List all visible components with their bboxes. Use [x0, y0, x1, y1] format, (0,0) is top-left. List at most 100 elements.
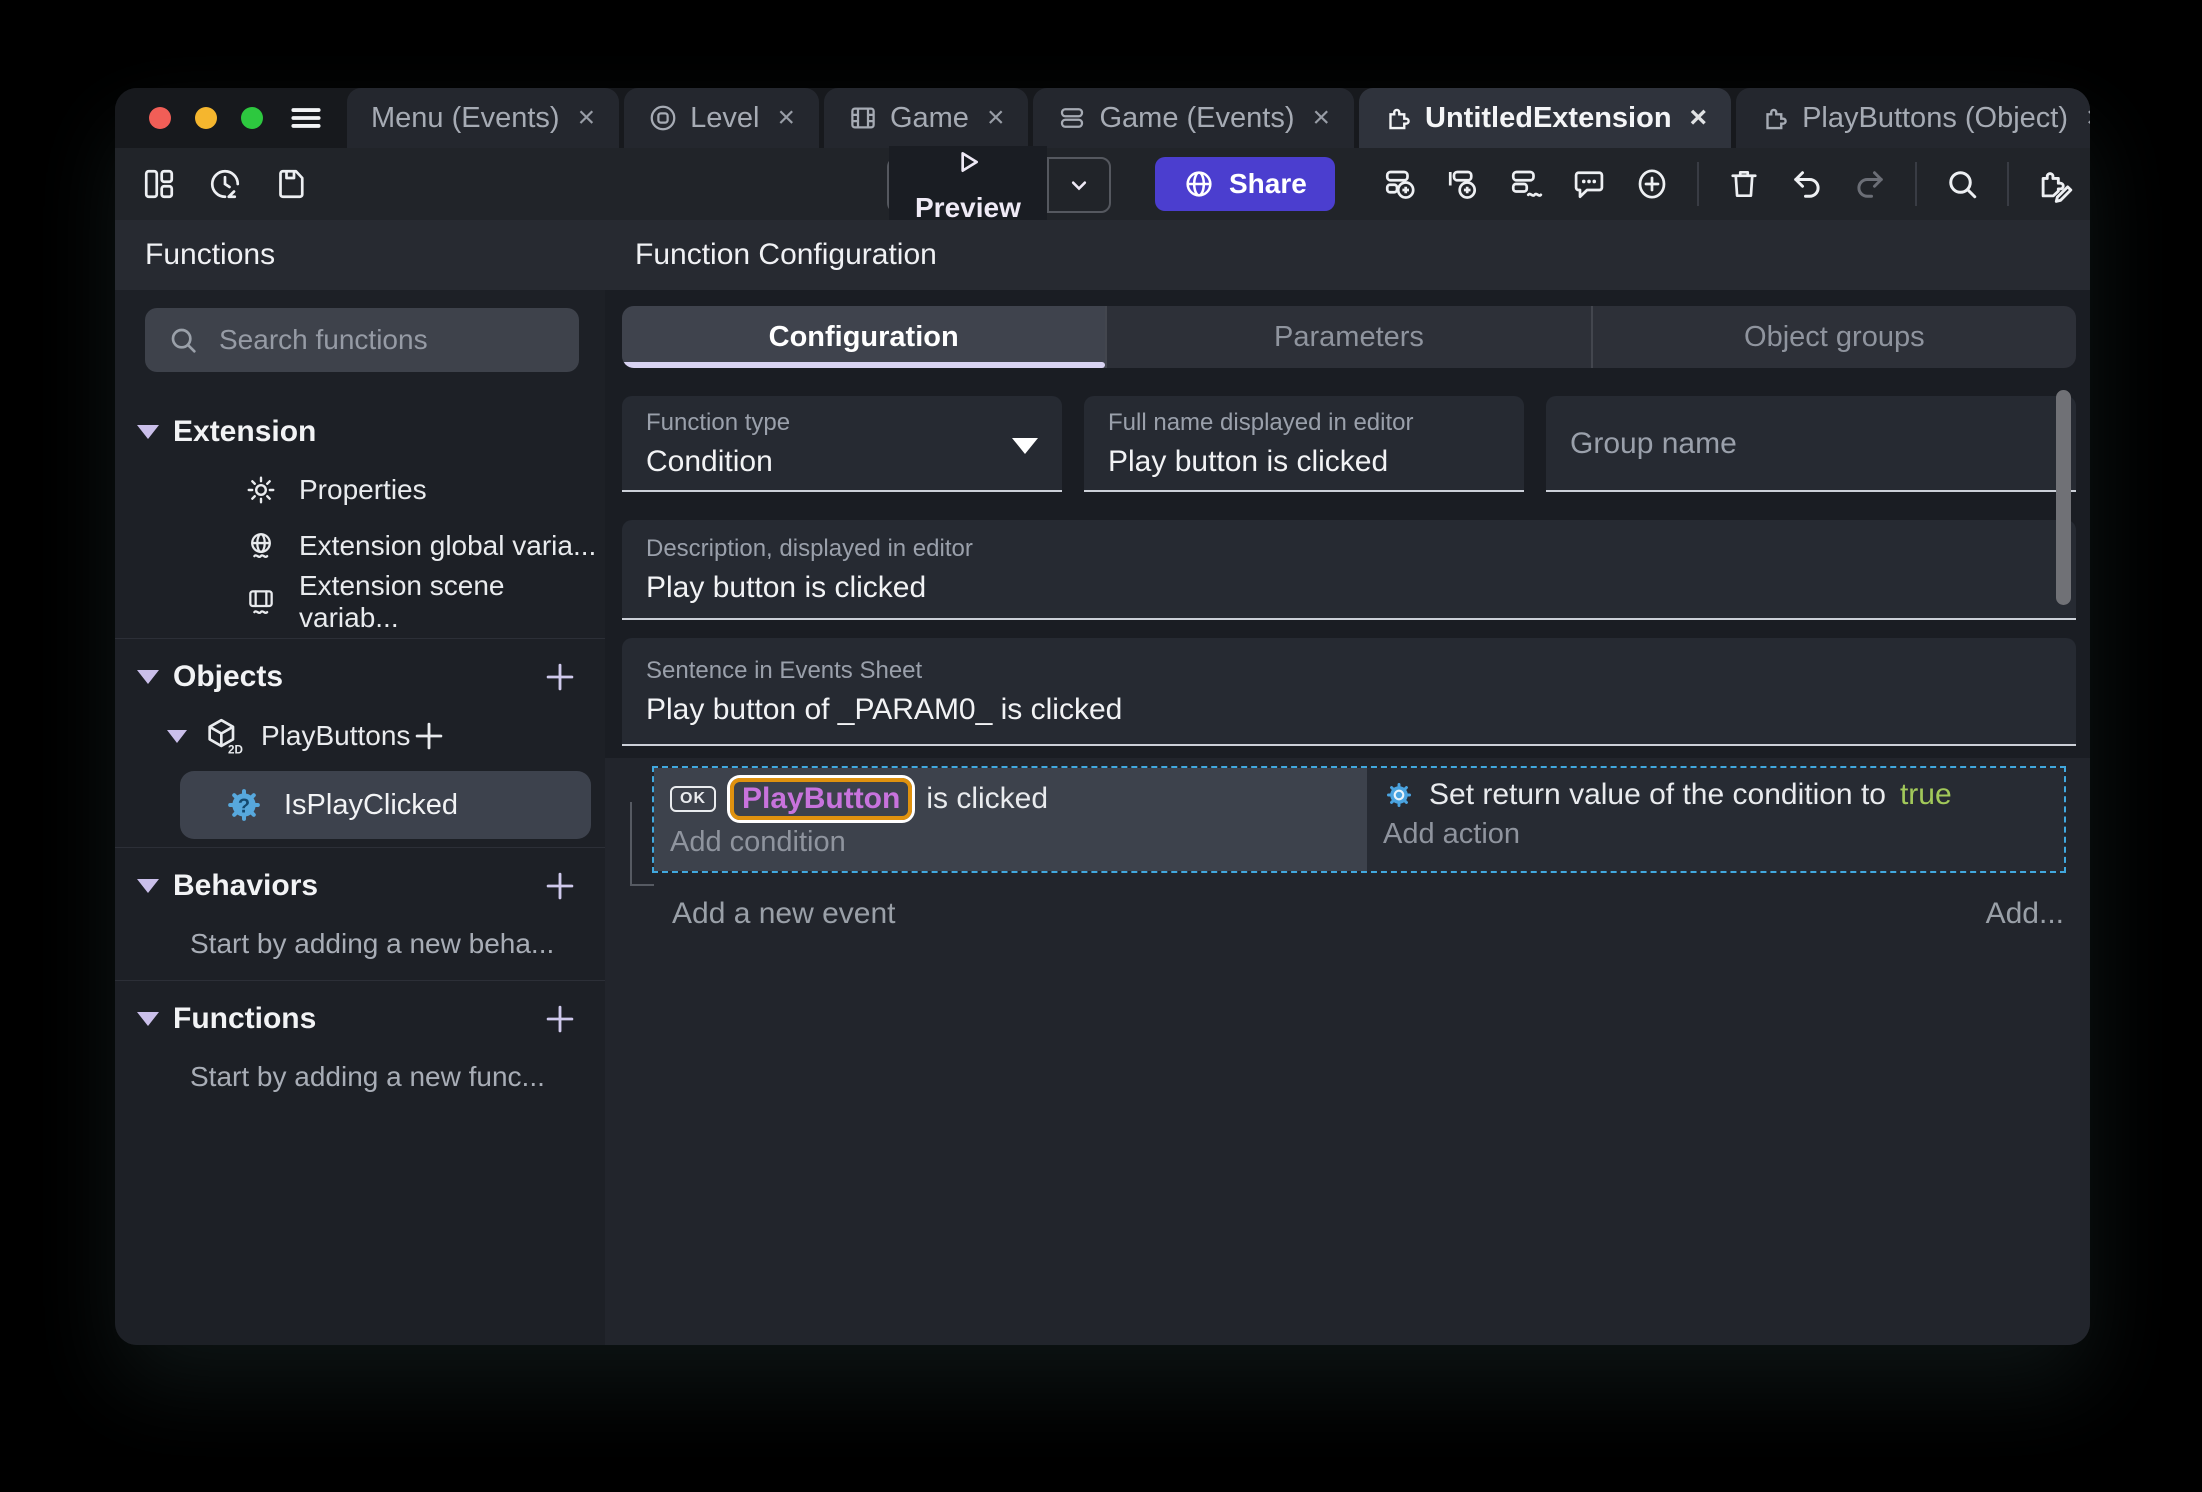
add-behavior-button[interactable] — [541, 867, 579, 905]
object-2d-cube-icon: 2D — [203, 716, 243, 756]
section-functions[interactable]: Functions — [115, 989, 605, 1049]
divider — [115, 980, 605, 981]
event-row[interactable]: OK PlayButton is clicked Add condition S… — [652, 766, 2066, 873]
actions-cell[interactable]: Set return value of the condition to tru… — [1367, 768, 2064, 871]
main-menu-icon[interactable] — [287, 99, 325, 137]
condition-text: is clicked — [926, 782, 1049, 815]
save-icon[interactable] — [273, 166, 309, 202]
chevron-down-icon[interactable] — [167, 729, 187, 743]
add-object-button[interactable] — [541, 658, 579, 696]
events-sheet: OK PlayButton is clicked Add condition S… — [605, 758, 2090, 1345]
tab-close-icon[interactable]: × — [1690, 101, 1708, 135]
vertical-scrollbar[interactable] — [2056, 390, 2071, 605]
full-name-field[interactable]: Full name displayed in editor — [1084, 396, 1524, 492]
divider — [1697, 162, 1699, 206]
tab-label: UntitledExtension — [1425, 101, 1672, 134]
search-icon — [167, 324, 199, 356]
conditions-cell[interactable]: OK PlayButton is clicked Add condition — [654, 768, 1367, 871]
add-event-icon[interactable] — [1382, 166, 1418, 202]
tab-level[interactable]: Level × — [624, 88, 819, 148]
search-icon[interactable] — [1944, 166, 1980, 202]
sidebar-item-properties[interactable]: Properties — [115, 462, 605, 518]
tab-close-icon[interactable]: × — [777, 101, 795, 135]
chevron-down-icon[interactable] — [137, 670, 159, 684]
function-type-select[interactable]: Function type Condition — [622, 396, 1062, 492]
puzzle-icon — [1383, 103, 1413, 133]
functions-sidebar: Functions Extension Properties — [115, 220, 605, 1345]
panel-title: Function Configuration — [605, 220, 2090, 290]
description-input[interactable] — [646, 571, 2052, 605]
add-more-button[interactable]: Add... — [1986, 897, 2064, 931]
add-function-button[interactable] — [541, 1000, 579, 1038]
group-name-field[interactable] — [1546, 396, 2076, 492]
add-subevent-icon[interactable] — [1445, 166, 1481, 202]
tab-parameters[interactable]: Parameters — [1105, 306, 1590, 368]
undo-icon[interactable] — [1789, 166, 1825, 202]
redo-icon[interactable] — [1852, 166, 1888, 202]
minimize-window-button[interactable] — [195, 107, 217, 129]
sidebar-tree: Extension Properties Extension global va… — [115, 380, 605, 1345]
tab-game-events[interactable]: Game (Events) × — [1033, 88, 1355, 148]
button-condition-icon: OK — [670, 786, 716, 812]
tab-label: Menu (Events) — [371, 101, 560, 134]
circle-plus-icon[interactable] — [1634, 166, 1670, 202]
panels-layout-icon[interactable] — [141, 166, 177, 202]
add-condition-button[interactable]: Add condition — [654, 822, 1367, 871]
add-object-function-button[interactable] — [410, 717, 448, 755]
search-functions-input[interactable] — [217, 323, 557, 357]
search-functions-box[interactable] — [145, 308, 579, 372]
preview-dropdown-button[interactable] — [1049, 171, 1109, 199]
history-icon[interactable] — [207, 166, 243, 202]
group-name-input[interactable] — [1570, 427, 2052, 461]
add-new-event-button[interactable]: Add a new event — [672, 897, 896, 931]
sidebar-item-playbuttons[interactable]: 2D PlayButtons — [115, 707, 605, 765]
section-behaviors[interactable]: Behaviors — [115, 856, 605, 916]
tab-close-icon[interactable]: × — [987, 101, 1005, 135]
field-label: Sentence in Events Sheet — [646, 657, 923, 684]
trash-icon[interactable] — [1726, 166, 1762, 202]
close-window-button[interactable] — [149, 107, 171, 129]
app-window: Menu (Events) × Level × Game × Game (Eve… — [115, 88, 2090, 1345]
comment-icon[interactable] — [1571, 166, 1607, 202]
share-button[interactable]: Share — [1155, 157, 1335, 211]
action-value-true[interactable]: true — [1900, 778, 1952, 812]
tab-label: Game — [889, 101, 969, 134]
tab-playbuttons-object[interactable]: PlayButtons (Object) × — [1736, 88, 2090, 148]
sidebar-item-extension-global-variables[interactable]: Extension global varia... — [115, 518, 605, 574]
tab-close-icon[interactable]: × — [2086, 101, 2090, 135]
sidebar-item-extension-scene-variables[interactable]: Extension scene variab... — [115, 570, 605, 633]
sentence-field[interactable]: Sentence in Events Sheet — [622, 638, 2076, 746]
tab-game[interactable]: Game × — [823, 88, 1029, 148]
item-label: Extension scene variab... — [299, 570, 505, 633]
zoom-window-button[interactable] — [241, 107, 263, 129]
preview-button[interactable]: Preview — [887, 146, 1111, 224]
add-other-event-icon[interactable] — [1508, 166, 1544, 202]
sidebar-item-isplayclicked[interactable]: ? IsPlayClicked — [180, 771, 591, 839]
tab-untitled-extension[interactable]: UntitledExtension × — [1359, 88, 1732, 148]
tab-bar: Menu (Events) × Level × Game × Game (Eve… — [115, 88, 2090, 148]
section-label: Extension — [173, 415, 317, 448]
sentence-input[interactable] — [646, 693, 2052, 727]
section-label: Behaviors — [173, 869, 319, 902]
chevron-down-icon[interactable] — [137, 1012, 159, 1026]
tab-close-icon[interactable]: × — [578, 101, 596, 135]
tab-object-groups[interactable]: Object groups — [1590, 306, 2076, 368]
edit-extension-icon[interactable] — [2036, 165, 2074, 203]
section-extension[interactable]: Extension — [115, 402, 605, 462]
divider — [1915, 162, 1917, 206]
description-field[interactable]: Description, displayed in editor — [622, 520, 2076, 620]
condition-object-name[interactable]: PlayButton — [730, 778, 913, 820]
add-action-button[interactable]: Add action — [1367, 814, 2064, 863]
item-label: Extension global varia... — [299, 530, 597, 561]
section-objects[interactable]: Objects — [115, 647, 605, 707]
svg-text:2D: 2D — [228, 744, 243, 757]
tab-configuration[interactable]: Configuration — [622, 306, 1106, 368]
configuration-tab-group: Configuration Parameters Object groups — [622, 306, 2076, 368]
chevron-down-icon[interactable] — [137, 879, 159, 893]
tab-menu-events[interactable]: Menu (Events) × — [347, 88, 620, 148]
full-name-input[interactable] — [1108, 445, 1500, 479]
tab-close-icon[interactable]: × — [1312, 101, 1330, 135]
chevron-down-icon[interactable] — [137, 425, 159, 439]
play-icon — [952, 146, 984, 178]
toolbar: Preview Share — [115, 146, 2090, 224]
